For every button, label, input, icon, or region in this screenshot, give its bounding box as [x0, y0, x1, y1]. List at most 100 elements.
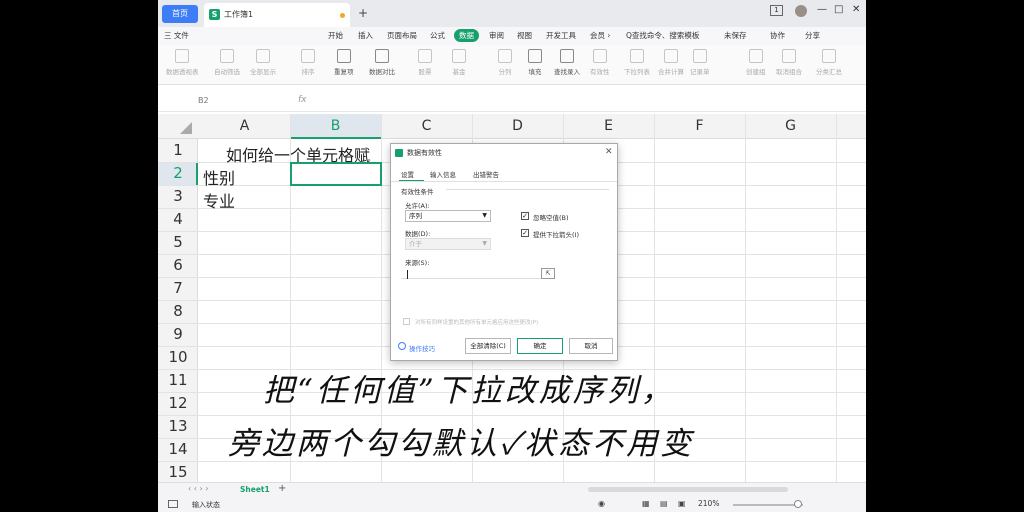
zoom-slider[interactable] [733, 504, 803, 506]
ignore-blank-checkbox[interactable]: ✓ [521, 212, 529, 220]
row-header-4[interactable]: 4 [158, 210, 198, 228]
window-count-badge[interactable]: 1 [770, 5, 783, 16]
cancel-button[interactable]: 取消 [569, 338, 613, 354]
menu-data[interactable]: 数据 [454, 29, 479, 42]
row-header-12[interactable]: 12 [158, 394, 198, 412]
lookup-entry-button[interactable]: 查找录入 [554, 49, 580, 76]
row-header-6[interactable]: 6 [158, 256, 198, 274]
zoom-slider-handle[interactable] [794, 500, 802, 508]
menu-view[interactable]: 视图 [517, 30, 532, 41]
minimize-button[interactable]: — [817, 4, 827, 15]
document-tab[interactable]: S 工作簿1 [204, 3, 350, 27]
sheet-tab-sheet1[interactable]: Sheet1 [240, 485, 270, 494]
macro-icon[interactable] [168, 500, 178, 508]
data-select[interactable]: 介于 ▼ [405, 238, 491, 250]
column-header-d[interactable]: D [472, 114, 563, 139]
fund-button[interactable]: 基金 [452, 49, 466, 76]
range-picker-icon[interactable]: ⇱ [541, 268, 555, 279]
create-group-button[interactable]: 创建组 [746, 49, 766, 76]
row-header-5[interactable]: 5 [158, 233, 198, 251]
ok-button[interactable]: 确定 [517, 338, 563, 354]
unsaved-status[interactable]: 未保存 [724, 30, 747, 41]
name-box[interactable]: B2 [198, 96, 209, 105]
column-header-g[interactable]: G [745, 114, 836, 139]
row-header-1[interactable]: 1 [158, 141, 198, 159]
row-header-7[interactable]: 7 [158, 279, 198, 297]
group-icon [748, 49, 763, 63]
tab-error-alert[interactable]: 出错警告 [473, 169, 499, 179]
cell-a2[interactable]: 性别 [203, 165, 235, 189]
ignore-blank-label: 忽略空值(B) [533, 214, 569, 222]
share-button[interactable]: 分享 [805, 30, 820, 41]
tab-settings[interactable]: 设置 [401, 169, 414, 179]
tab-input-message[interactable]: 输入信息 [430, 169, 456, 179]
dropdown-arrow-checkbox[interactable]: ✓ [521, 229, 529, 237]
column-header-a[interactable]: A [199, 114, 290, 139]
stock-button[interactable]: 股票 [418, 49, 432, 76]
row-header-15[interactable]: 15 [158, 463, 198, 481]
column-header-f[interactable]: F [654, 114, 745, 139]
duplicates-button[interactable]: 重复项 [334, 49, 354, 76]
page-layout-icon[interactable]: ▤ [660, 499, 668, 508]
menu-formula[interactable]: 公式 [430, 30, 445, 41]
menu-review[interactable]: 审阅 [489, 30, 504, 41]
cell-a3[interactable]: 专业 [203, 188, 235, 212]
row-header-3[interactable]: 3 [158, 187, 198, 205]
row-header-14[interactable]: 14 [158, 440, 198, 458]
dialog-close-icon[interactable]: ✕ [605, 147, 613, 157]
split-column-button[interactable]: 分列 [498, 49, 512, 76]
validity-button[interactable]: 有效性 [590, 49, 610, 76]
eye-protection-icon[interactable]: ◉ [598, 499, 605, 508]
row-header-2[interactable]: 2 [158, 164, 198, 182]
selected-cell-b2[interactable] [290, 162, 382, 186]
search-command-input[interactable]: Q查找命令、搜索模板 [626, 30, 699, 41]
row-header-9[interactable]: 9 [158, 325, 198, 343]
ungroup-button[interactable]: 取消组合 [776, 49, 802, 76]
normal-view-icon[interactable]: ▦ [642, 499, 650, 508]
select-all-icon[interactable] [180, 122, 192, 134]
close-window-button[interactable]: ✕ [852, 4, 860, 15]
menu-developer[interactable]: 开发工具 [546, 30, 576, 41]
column-header-e[interactable]: E [563, 114, 654, 139]
allow-select[interactable]: 序列 ▼ [405, 210, 491, 222]
collab-button[interactable]: 协作 [770, 30, 785, 41]
record-form-button[interactable]: 记录单 [690, 49, 710, 76]
column-header-b[interactable]: B [290, 114, 381, 139]
show-all-button[interactable]: 全部显示 [250, 49, 276, 76]
fx-icon[interactable]: fx [298, 95, 307, 105]
avatar[interactable] [795, 5, 807, 17]
row-header-11[interactable]: 11 [158, 371, 198, 389]
pivot-table-button[interactable]: 数据透视表 [166, 49, 199, 76]
new-tab-button[interactable]: + [358, 6, 368, 20]
fill-button[interactable]: 填充 [528, 49, 542, 76]
column-header-c[interactable]: C [381, 114, 472, 139]
menu-insert[interactable]: 插入 [358, 30, 373, 41]
home-tab[interactable]: 首页 [162, 5, 198, 23]
zoom-level[interactable]: 210% [698, 499, 719, 508]
horizontal-scrollbar[interactable] [588, 487, 788, 492]
consolidate-button[interactable]: 合并计算 [658, 49, 684, 76]
tips-link[interactable]: 操作技巧 [409, 343, 435, 353]
spreadsheet-window: 首页 S 工作簿1 + 1 — □ ✕ 三 文件 开始 插入 页面布局 公式 数… [158, 0, 866, 512]
menu-file[interactable]: 三 文件 [164, 30, 189, 41]
row-header-8[interactable]: 8 [158, 302, 198, 320]
row-header-13[interactable]: 13 [158, 417, 198, 435]
maximize-button[interactable]: □ [834, 4, 843, 15]
apply-all-checkbox[interactable] [403, 318, 410, 325]
data-compare-button[interactable]: 数据对比 [369, 49, 395, 76]
pivot-table-icon [175, 49, 190, 63]
spreadsheet-icon: S [209, 9, 220, 20]
menu-home[interactable]: 开始 [328, 30, 343, 41]
menu-page-layout[interactable]: 页面布局 [387, 30, 417, 41]
subtotal-button[interactable]: 分类汇总 [816, 49, 842, 76]
clear-all-button[interactable]: 全部清除(C) [465, 338, 511, 354]
add-sheet-button[interactable]: + [278, 483, 286, 494]
page-break-icon[interactable]: ▣ [678, 499, 686, 508]
auto-filter-button[interactable]: 自动筛选 [214, 49, 240, 76]
dropdown-list-button[interactable]: 下拉列表 [624, 49, 650, 76]
row-header-10[interactable]: 10 [158, 348, 198, 366]
sort-button[interactable]: 排序 [301, 49, 315, 76]
source-input[interactable] [401, 267, 553, 279]
menu-member[interactable]: 会员 › [590, 30, 610, 41]
sheet-nav-arrows-icon[interactable]: ‹ ‹ › › [188, 484, 208, 493]
